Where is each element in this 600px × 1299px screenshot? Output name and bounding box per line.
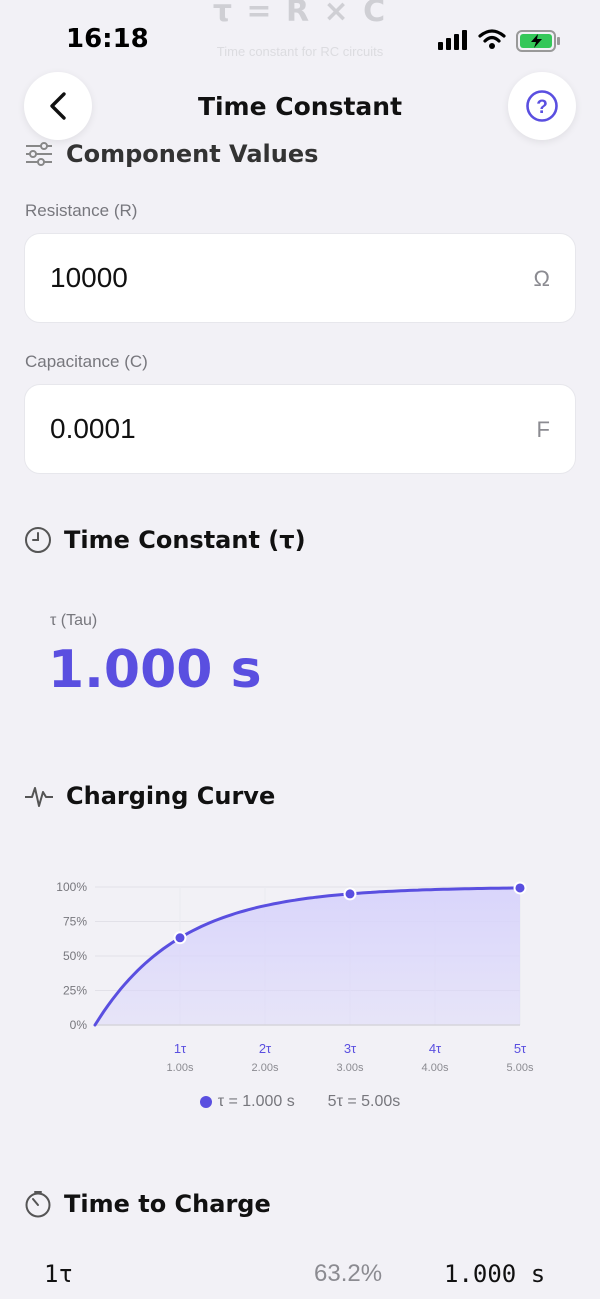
- svg-text:?: ?: [536, 97, 548, 118]
- time-constant-header: Time Constant (τ): [24, 526, 306, 554]
- row-tau-multiple: 1τ: [44, 1260, 73, 1288]
- curve-area: [95, 887, 520, 1025]
- data-point: [173, 931, 187, 945]
- wifi-icon: [478, 29, 506, 49]
- battery-icon: [516, 30, 560, 52]
- legend-five-tau: 5τ = 5.00s: [327, 1093, 401, 1110]
- waveform-icon: [25, 787, 53, 807]
- status-time: 16:18: [66, 24, 149, 54]
- status-bar: τ = R × C Time constant for RC circuits …: [0, 0, 600, 80]
- capacitance-field[interactable]: 0.0001 F: [24, 384, 576, 474]
- x-tick-label: 2τ: [259, 1041, 272, 1056]
- x-tick-label: 1τ: [174, 1041, 187, 1056]
- y-tick-label: 50%: [63, 949, 87, 963]
- legend-tau: τ = 1.000 s: [217, 1093, 295, 1110]
- resistance-value[interactable]: 10000: [50, 262, 128, 294]
- row-percent: 63.2%: [314, 1260, 383, 1287]
- x-tick-sublabel: 1.00s: [167, 1062, 194, 1074]
- row-time: 1.000 s: [444, 1260, 546, 1288]
- component-values-header: Component Values: [24, 140, 318, 168]
- section-title: Time Constant (τ): [64, 526, 306, 554]
- section-title: Time to Charge: [64, 1190, 271, 1218]
- x-tick-label: 5τ: [514, 1041, 527, 1056]
- capacitance-unit: F: [536, 417, 550, 442]
- resistance-label: Resistance (R): [25, 201, 138, 220]
- chart-legend: τ = 1.000 s 5τ = 5.00s: [0, 1093, 600, 1111]
- resistance-unit: Ω: [533, 266, 550, 291]
- y-tick-label: 0%: [70, 1018, 88, 1032]
- section-title: Component Values: [66, 140, 319, 168]
- signal-icon: [438, 30, 467, 50]
- time-to-charge-header: Time to Charge: [24, 1190, 271, 1218]
- charge-table-row: 1τ 63.2% 1.000 s: [0, 1256, 600, 1296]
- data-point: [513, 881, 527, 895]
- x-tick-sublabel: 4.00s: [422, 1062, 449, 1074]
- charging-curve-header: Charging Curve: [24, 781, 275, 811]
- resistance-field[interactable]: 10000 Ω: [24, 233, 576, 323]
- x-tick-sublabel: 5.00s: [507, 1062, 534, 1074]
- legend-dot: [199, 1095, 212, 1108]
- capacitance-value[interactable]: 0.0001: [50, 413, 136, 445]
- clock-icon: [25, 527, 51, 553]
- y-tick-label: 25%: [63, 984, 87, 998]
- tau-value: 1.000 s: [48, 640, 262, 700]
- x-tick-label: 3τ: [344, 1041, 357, 1056]
- question-mark-icon: ?: [526, 90, 558, 122]
- charging-curve-chart: 0% 25% 50% 75% 100% 1τ 1.00s 2τ 2.00s 3τ 3.00s 4τ 4.…: [56, 880, 534, 1074]
- sliders-icon: [26, 142, 52, 166]
- tau-label: τ (Tau): [50, 612, 98, 629]
- timer-icon: [25, 1191, 51, 1218]
- y-tick-label: 75%: [63, 915, 87, 929]
- data-point: [343, 887, 357, 901]
- section-title: Charging Curve: [66, 782, 276, 810]
- help-button[interactable]: ?: [508, 72, 576, 140]
- x-tick-sublabel: 2.00s: [252, 1062, 279, 1074]
- y-tick-label: 100%: [56, 880, 87, 894]
- x-tick-label: 4τ: [429, 1041, 442, 1056]
- x-tick-sublabel: 3.00s: [337, 1062, 364, 1074]
- capacitance-label: Capacitance (C): [25, 352, 148, 371]
